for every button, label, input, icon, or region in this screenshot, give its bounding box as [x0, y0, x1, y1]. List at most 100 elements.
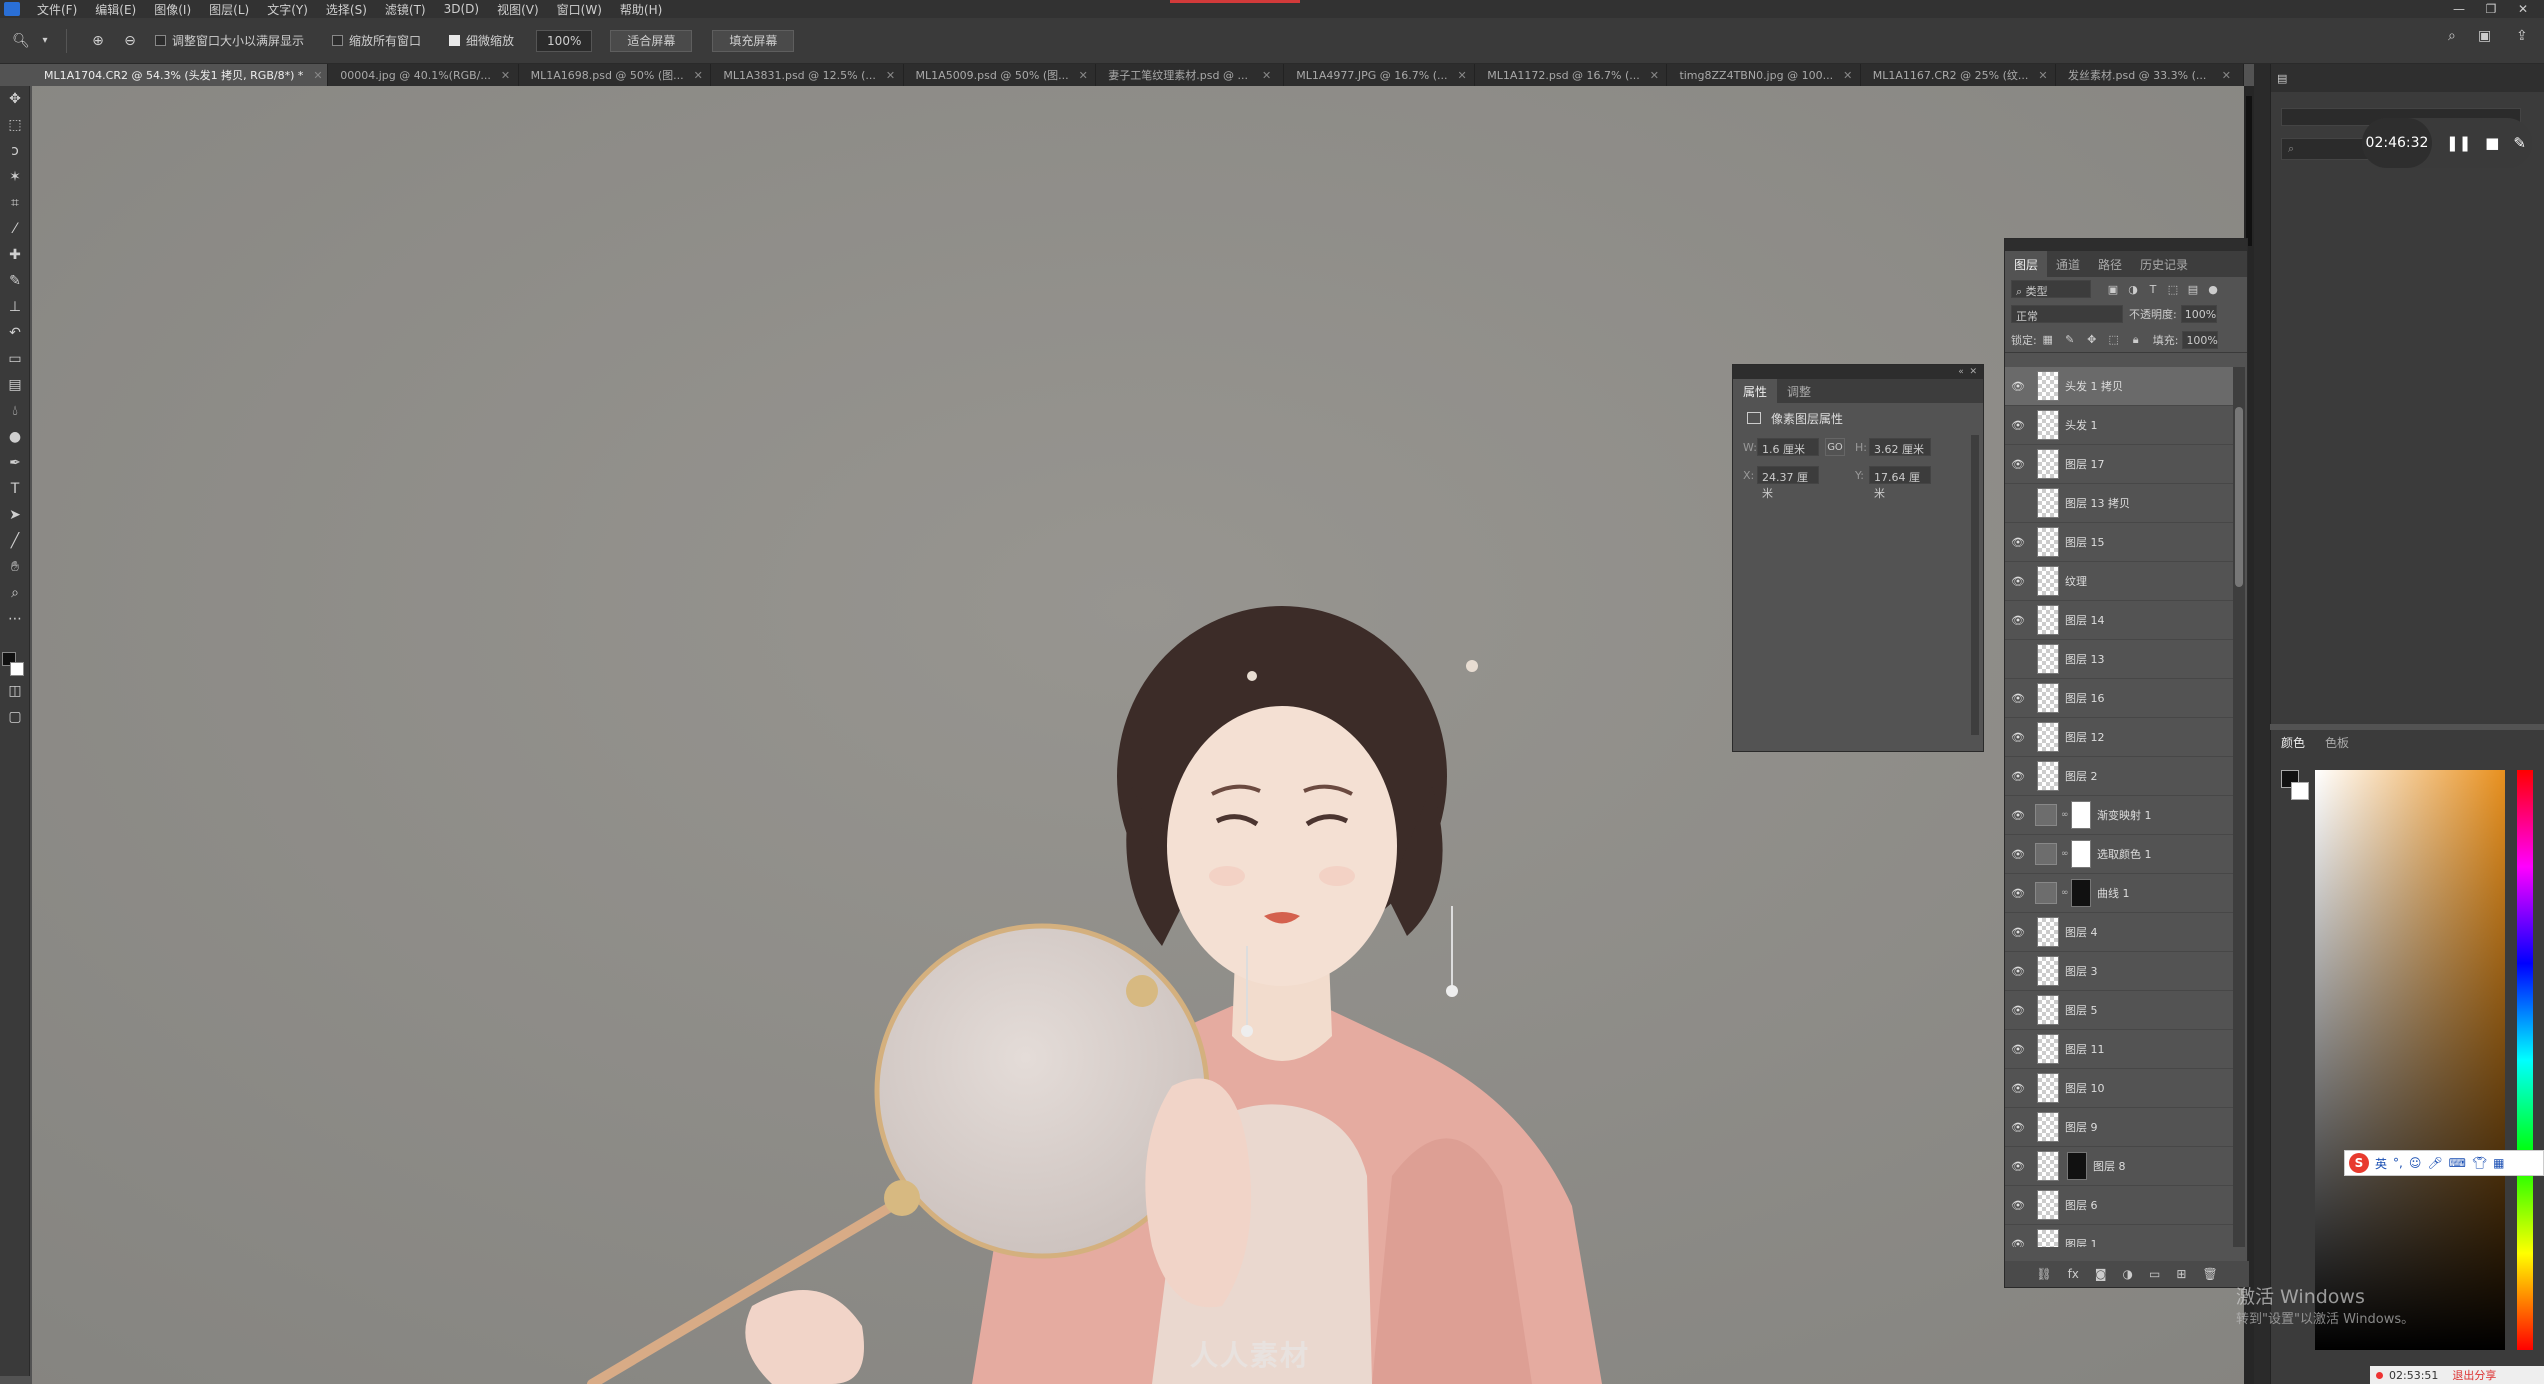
layer-row[interactable]: 👁︎ 纹理 [2005, 562, 2233, 601]
menu-3d[interactable]: 3D(D) [435, 2, 488, 16]
layer-name[interactable]: 图层 3 [2065, 963, 2098, 979]
width-field[interactable]: 1.6 厘米 [1757, 438, 1819, 456]
layer-mask-thumbnail[interactable] [2071, 840, 2091, 868]
layer-thumbnail[interactable] [2037, 566, 2059, 596]
more-tools-icon[interactable]: ⋯ [0, 606, 30, 632]
doc-tab[interactable]: 妻子工笔纹理素材.psd @ ... ✕ [1096, 64, 1285, 86]
layer-name[interactable]: 图层 14 [2065, 612, 2105, 628]
opacity-field[interactable]: 100% [2180, 305, 2217, 323]
layer-row[interactable]: 👁︎ 图层 10 [2005, 1069, 2233, 1108]
layer-row[interactable]: 👁︎ 头发 1 拷贝 [2005, 367, 2233, 406]
fill-screen-button[interactable]: 填充屏幕 [712, 29, 795, 52]
fit-screen-button[interactable]: 适合屏幕 [610, 29, 693, 52]
close-tab-icon[interactable]: ✕ [313, 69, 322, 82]
layer-thumbnail[interactable] [2037, 605, 2059, 635]
ime-skin-icon[interactable]: 👕︎ [2472, 1156, 2487, 1170]
visibility-eye-icon[interactable]: 👁︎ [2005, 653, 2031, 666]
layer-thumbnail[interactable] [2037, 410, 2059, 440]
close-tab-icon[interactable]: ✕ [1262, 69, 1271, 82]
stop-icon[interactable]: ■ [2485, 134, 2499, 152]
layer-thumbnail[interactable] [2037, 722, 2059, 752]
layer-row[interactable]: 👁︎ 图层 13 拷贝 [2005, 484, 2233, 523]
close-tab-icon[interactable]: ✕ [1458, 69, 1467, 82]
close-tab-icon[interactable]: ✕ [694, 69, 703, 82]
lock-position-icon[interactable]: ✥ [2081, 333, 2103, 346]
tab-swatches[interactable]: 色板 [2325, 734, 2349, 751]
tab-layers[interactable]: 图层 [2005, 251, 2048, 277]
hand-tool-icon[interactable]: ✋︎ [0, 554, 30, 580]
doc-tab[interactable]: ML1A1698.psd @ 50% (图... ✕ [519, 64, 712, 86]
close-icon[interactable]: ✕ [1969, 367, 1977, 377]
visibility-eye-icon[interactable]: 👁︎ [2005, 380, 2031, 393]
layer-name[interactable]: 图层 6 [2065, 1197, 2098, 1213]
menu-filter[interactable]: 滤镜(T) [376, 1, 435, 18]
layer-thumbnail[interactable] [2037, 1190, 2059, 1220]
layer-thumbnail[interactable] [2037, 683, 2059, 713]
visibility-eye-icon[interactable]: 👁︎ [2005, 575, 2031, 588]
layer-row[interactable]: 👁︎ 图层 1 [2005, 1225, 2233, 1247]
layer-mask-thumbnail[interactable] [2071, 801, 2091, 829]
visibility-eye-icon[interactable]: 👁︎ [2005, 692, 2031, 705]
layer-row[interactable]: 👁︎ 图层 16 [2005, 679, 2233, 718]
new-group-icon[interactable]: ▭ [2149, 1267, 2160, 1281]
layer-row[interactable]: 👁︎ 图层 11 [2005, 1030, 2233, 1069]
layer-name[interactable]: 图层 9 [2065, 1119, 2098, 1135]
visibility-eye-icon[interactable]: 👁︎ [2005, 614, 2031, 627]
line-tool-icon[interactable]: ╱ [0, 528, 30, 554]
resize-windows-checkbox[interactable]: 调整窗口大小以满屏显示 [155, 32, 304, 49]
close-tab-icon[interactable]: ✕ [501, 69, 510, 82]
visibility-eye-icon[interactable]: 👁︎ [2005, 1160, 2031, 1173]
layer-name[interactable]: 选取颜色 1 [2097, 846, 2152, 862]
zoom-all-windows-checkbox[interactable]: 缩放所有窗口 [332, 32, 421, 49]
filter-shape-icon[interactable]: ⬚ [2163, 283, 2183, 296]
visibility-eye-icon[interactable]: 👁︎ [2005, 1199, 2031, 1212]
layer-name[interactable]: 头发 1 [2065, 417, 2098, 433]
layer-name[interactable]: 图层 17 [2065, 456, 2105, 472]
add-mask-icon[interactable]: ◙ [2095, 1267, 2107, 1281]
layer-row[interactable]: 👁︎ 图层 5 [2005, 991, 2233, 1030]
layer-thumbnail[interactable] [2037, 917, 2059, 947]
crop-tool-icon[interactable]: ⌗ [0, 190, 30, 216]
tab-color[interactable]: 颜色 [2281, 734, 2305, 751]
pen-icon[interactable]: ✎ [2513, 134, 2526, 152]
layer-row[interactable]: 👁︎ 头发 1 [2005, 406, 2233, 445]
layer-row[interactable]: 👁︎ 图层 14 [2005, 601, 2233, 640]
new-layer-icon[interactable]: ⊞ [2176, 1267, 2186, 1281]
zoom-value-field[interactable]: 100% [536, 29, 593, 52]
menu-file[interactable]: 文件(F) [28, 1, 86, 18]
zoom-tool-icon[interactable]: 🔍︎ [10, 30, 32, 52]
doc-tab[interactable]: ML1A3831.psd @ 12.5% (... ✕ [711, 64, 904, 86]
layer-name[interactable]: 图层 4 [2065, 924, 2098, 940]
filter-type-icon[interactable]: T [2143, 283, 2163, 296]
filter-smartobject-icon[interactable]: ▤ [2183, 283, 2203, 296]
layer-name[interactable]: 图层 13 拷贝 [2065, 495, 2130, 511]
zoom-tool-icon[interactable]: ⌕ [0, 580, 30, 606]
brush-tool-icon[interactable]: ✎ [0, 268, 30, 294]
layer-thumbnail[interactable] [2037, 1229, 2059, 1247]
layer-thumbnail[interactable] [2037, 527, 2059, 557]
menu-help[interactable]: 帮助(H) [611, 1, 671, 18]
height-field[interactable]: 3.62 厘米 [1869, 438, 1931, 456]
visibility-eye-icon[interactable]: 👁︎ [2005, 1238, 2031, 1248]
lock-artboard-icon[interactable]: ⬚ [2103, 333, 2125, 346]
lock-all-icon[interactable]: 🔒︎ [2125, 333, 2147, 347]
layer-name[interactable]: 图层 15 [2065, 534, 2105, 550]
menu-layer[interactable]: 图层(L) [200, 1, 258, 18]
tab-history[interactable]: 历史记录 [2131, 251, 2197, 277]
quick-mask-icon[interactable]: ◫ [0, 678, 30, 704]
visibility-eye-icon[interactable]: 👁︎ [2005, 419, 2031, 432]
visibility-eye-icon[interactable]: 👁︎ [2005, 770, 2031, 783]
history-brush-tool-icon[interactable]: ↶ [0, 320, 30, 346]
filter-adjustment-icon[interactable]: ◑ [2123, 283, 2143, 296]
share-icon[interactable]: ⇪ [2516, 28, 2528, 44]
layer-mask-thumbnail[interactable] [2067, 1152, 2087, 1180]
blend-mode-select[interactable]: 正常 [2011, 305, 2123, 323]
color-picker-field[interactable] [2315, 770, 2505, 1350]
path-selection-tool-icon[interactable]: ➤ [0, 502, 30, 528]
visibility-eye-icon[interactable]: 👁︎ [2005, 809, 2031, 822]
magic-wand-tool-icon[interactable]: ✶ [0, 164, 30, 190]
mask-link-icon[interactable]: ∞ [2061, 888, 2069, 898]
zoom-in-icon[interactable]: ⊕ [87, 30, 109, 52]
pause-icon[interactable]: ❚❚ [2446, 134, 2471, 152]
doc-tab[interactable]: ML1A1172.psd @ 16.7% (... ✕ [1475, 64, 1668, 86]
